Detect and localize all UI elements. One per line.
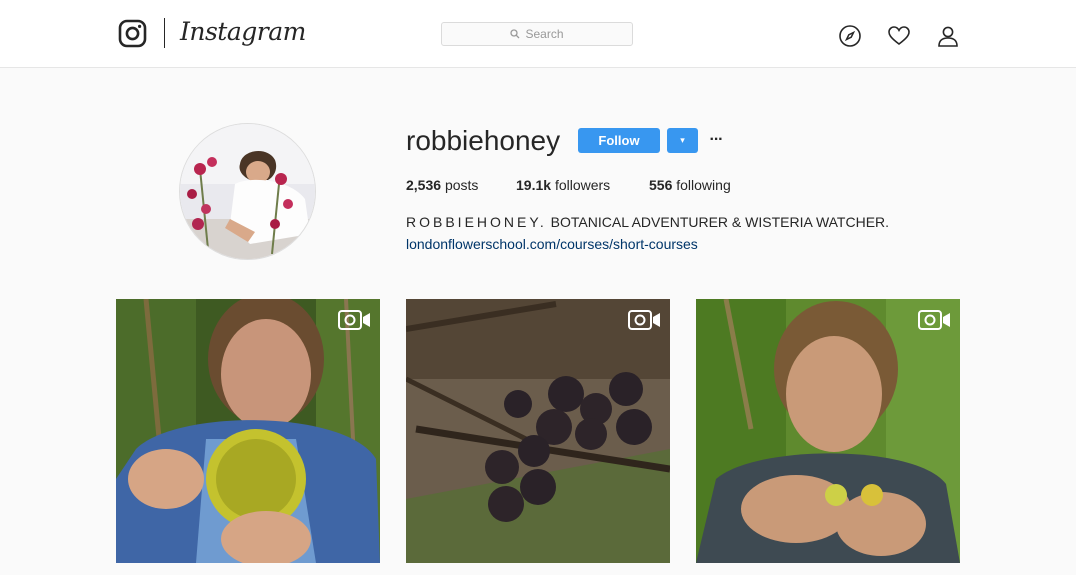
post-thumbnail-2[interactable] — [406, 299, 670, 563]
top-navigation-bar: Instagram Search — [0, 0, 1076, 68]
video-icon — [628, 310, 660, 330]
avatar[interactable] — [179, 123, 316, 260]
instagram-wordmark[interactable]: Instagram — [180, 17, 306, 46]
post-image-jungle-fruit — [696, 299, 960, 563]
posts-label: posts — [444, 177, 479, 193]
avatar-photo — [180, 124, 315, 259]
following-label: following — [676, 177, 731, 193]
video-icon — [918, 310, 950, 330]
following-count-stat[interactable]: 556 following — [649, 177, 731, 193]
post-thumbnail-3[interactable] — [696, 299, 960, 563]
follow-button[interactable]: Follow — [578, 128, 660, 153]
posts-count-stat: 2,536 posts — [406, 177, 478, 193]
explore-compass-icon[interactable] — [838, 24, 862, 48]
bio-text: BOTANICAL ADVENTURER & WISTERIA WATCHER. — [550, 214, 890, 230]
following-count: 556 — [649, 177, 673, 193]
followers-count: 19.1k — [516, 177, 552, 193]
suggestions-dropdown-button[interactable]: ▾ — [667, 128, 698, 153]
followers-count-stat[interactable]: 19.1k followers — [516, 177, 610, 193]
logo-divider — [164, 18, 165, 48]
instagram-logo-icon[interactable] — [118, 19, 147, 48]
search-input[interactable]: Search — [441, 22, 633, 46]
post-thumbnail-1[interactable] — [116, 299, 380, 563]
post-image-fruit — [116, 299, 380, 563]
followers-label: followers — [554, 177, 611, 193]
bio-name: ROBBIEHONEY. — [406, 214, 547, 230]
post-image-berries — [406, 299, 670, 563]
bio-website-link[interactable]: londonflowerschool.com/courses/short-cou… — [406, 236, 698, 252]
profile-person-icon[interactable] — [936, 24, 960, 48]
posts-count: 2,536 — [406, 177, 442, 193]
more-options-button[interactable]: ··· — [707, 127, 725, 152]
video-icon — [338, 310, 370, 330]
search-icon — [510, 29, 520, 39]
profile-bio: ROBBIEHONEY. BOTANICAL ADVENTURER & WIST… — [406, 214, 889, 230]
profile-username: robbiehoney — [406, 125, 561, 156]
activity-heart-icon[interactable] — [887, 24, 911, 48]
search-placeholder: Search — [525, 27, 564, 41]
